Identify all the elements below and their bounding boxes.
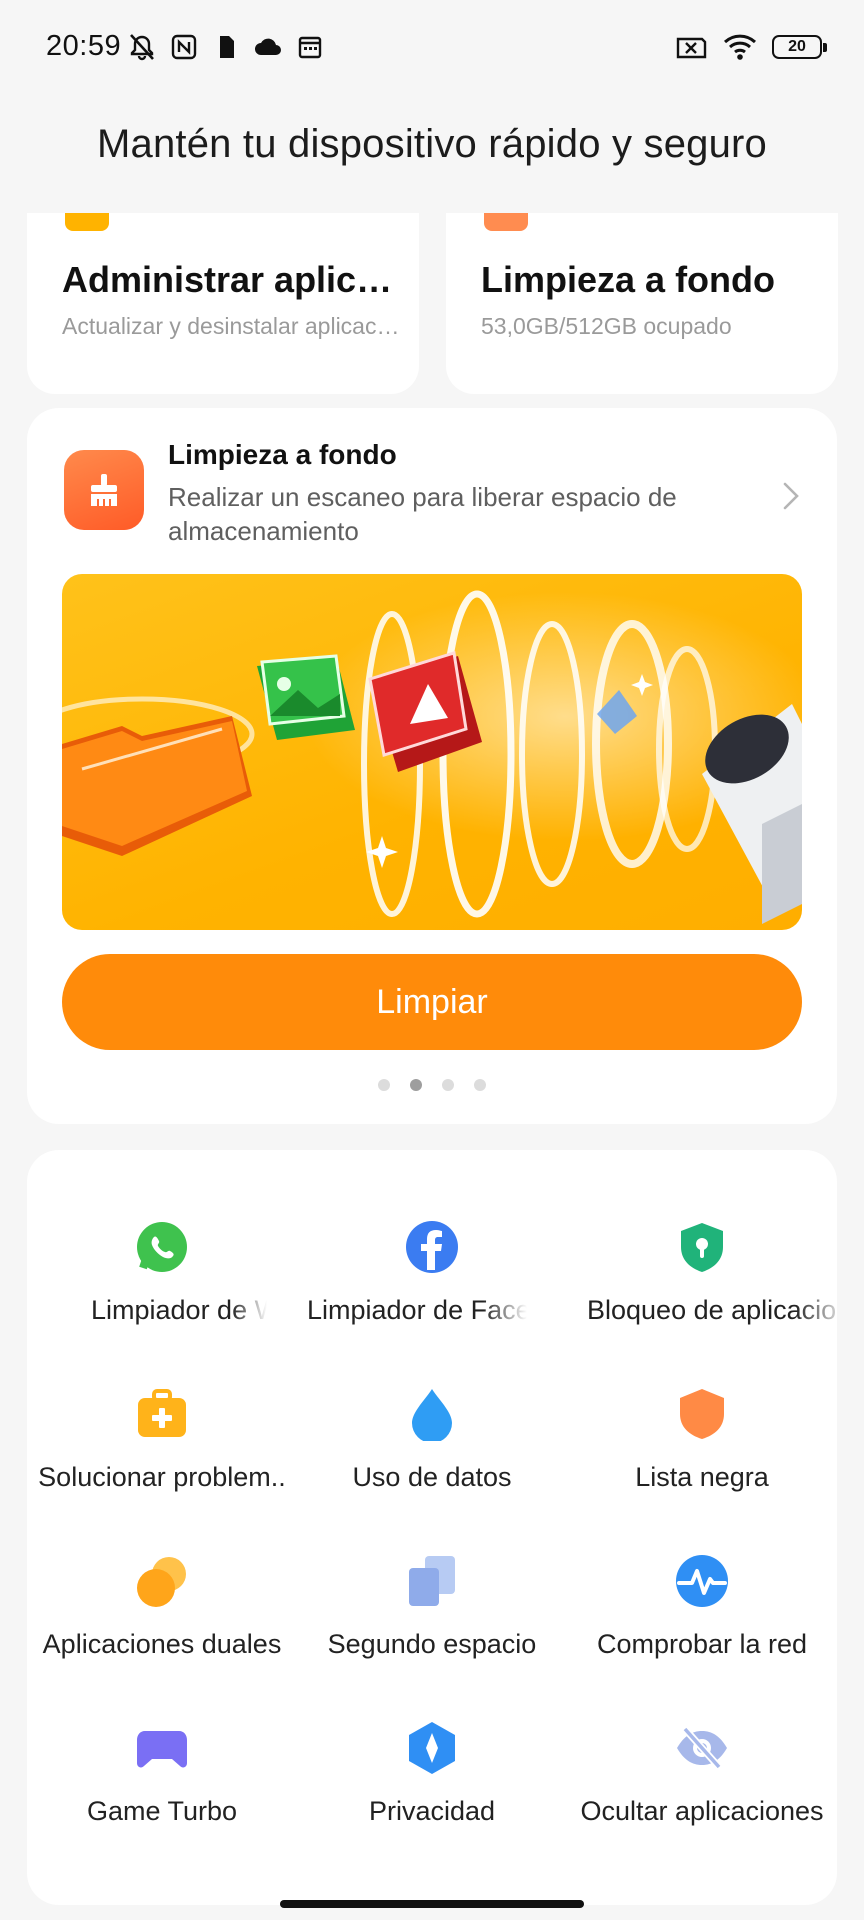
nfc-icon [171,34,197,60]
broom-icon [64,450,144,530]
promo-description: Realizar un escaneo para liberar espacio… [168,482,677,546]
promo-banner-illustration [62,574,802,930]
card-title: Limpieza a fondo [481,259,776,300]
tool-label: Aplicaciones duales [42,1629,282,1659]
home-indicator[interactable] [280,1900,584,1908]
card-deep-clean[interactable]: Limpieza a fondo 53,0GB/512GB ocupado [446,213,838,394]
tool-label: Privacidad [368,1796,496,1826]
second-space-icon [409,1556,455,1606]
battery-level: 20 [788,38,806,55]
chevron-right-icon[interactable] [779,478,803,514]
card-accent-icon [65,213,109,231]
wifi-icon [723,34,757,60]
tool-app-lock[interactable]: Bloqueo de aplicaciones [567,1220,837,1387]
tool-network-check[interactable]: Comprobar la red [567,1554,837,1721]
top-cards: Administrar aplicaciones Actualizar y de… [0,213,864,403]
carousel-pager[interactable] [27,1079,837,1091]
tool-second-space[interactable]: Segundo espacio [297,1554,567,1721]
calendar-icon [298,36,322,59]
status-time: 20:59 [46,30,122,62]
tool-hide-apps[interactable]: Ocultar aplicaciones [567,1721,837,1888]
battery-icon: 20 [772,35,827,59]
tool-label: Game Turbo [86,1796,238,1826]
tool-troubleshoot[interactable]: Solucionar problem.. [27,1387,297,1554]
pager-dot[interactable] [474,1079,486,1091]
tools-grid: Limpiador de WhatsApp Limpiador de Faceb… [27,1150,837,1905]
page-title: Mantén tu dispositivo rápido y seguro [97,122,767,166]
tool-label: Segundo espacio [327,1629,537,1659]
tool-label: Lista negra [635,1462,769,1492]
card-manage-apps[interactable]: Administrar aplicaciones Actualizar y de… [27,213,419,394]
card-accent-icon [484,213,528,231]
whatsapp-icon [137,1222,187,1272]
tool-whatsapp-cleaner[interactable]: Limpiador de WhatsApp [27,1220,297,1387]
tool-data-usage[interactable]: Uso de datos [297,1387,567,1554]
pager-dot[interactable] [378,1079,390,1091]
pager-dot-active[interactable] [410,1079,422,1091]
card-subtitle: Actualizar y desinstalar aplicaciones [62,313,402,339]
shield-icon [680,1389,724,1439]
dual-apps-icon [137,1557,186,1607]
status-left-icons [126,30,326,64]
cloud-icon [255,38,281,55]
status-bar: 20:59 20 [0,0,864,96]
water-drop-icon [412,1389,452,1441]
tool-label: Solucionar problem.. [38,1462,286,1492]
promo-card: Limpieza a fondo Realizar un escaneo par… [27,408,837,1124]
sim-icon [220,36,234,58]
tool-label: Comprobar la red [596,1629,808,1659]
tool-label: Ocultar aplicaciones [580,1796,824,1826]
tool-privacy[interactable]: Privacidad [297,1721,567,1888]
tool-label: Bloqueo de aplicaciones [587,1295,837,1325]
tool-dual-apps[interactable]: Aplicaciones duales [27,1554,297,1721]
tool-game-turbo[interactable]: Game Turbo [27,1721,297,1888]
first-aid-icon [138,1389,186,1437]
clean-button[interactable]: Limpiar [62,954,802,1050]
tool-label: Limpiador de Facebook [307,1295,527,1325]
network-check-icon [676,1555,728,1607]
tool-facebook-cleaner[interactable]: Limpiador de Facebook [297,1220,567,1387]
tool-blacklist[interactable]: Lista negra [567,1387,837,1554]
card-subtitle: 53,0GB/512GB ocupado [481,313,732,339]
pager-dot[interactable] [442,1079,454,1091]
promo-title: Limpieza a fondo [168,439,397,470]
mute-icon [130,34,154,61]
facebook-icon [406,1221,458,1273]
privacy-icon [409,1722,455,1774]
eye-off-icon [677,1726,727,1770]
no-sim-icon [676,37,707,59]
shield-lock-icon [681,1223,723,1272]
card-title: Administrar aplicaciones [62,259,402,300]
tool-label: Limpiador de WhatsApp [91,1295,267,1325]
status-right-icons: 20 [674,30,827,64]
gamepad-icon [137,1731,187,1768]
tool-label: Uso de datos [352,1462,512,1492]
